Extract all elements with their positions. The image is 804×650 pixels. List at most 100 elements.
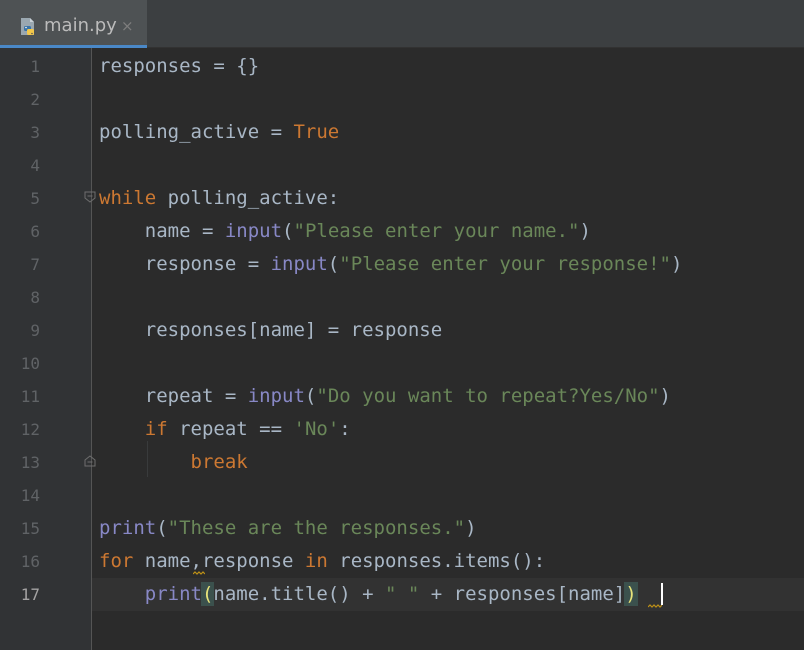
code-token: break <box>190 451 248 473</box>
line-number: 17 <box>20 585 40 604</box>
line-number: 14 <box>20 486 40 505</box>
line-number: 16 <box>20 552 40 571</box>
code-token: " " <box>385 583 420 605</box>
code-token: responses[name] = response <box>99 319 443 341</box>
code-token: in <box>304 550 328 572</box>
code-line-text: print("These are the responses.") <box>99 512 477 545</box>
code-line[interactable]: print("These are the responses.") <box>92 512 804 545</box>
code-token: name.title() + <box>213 583 386 605</box>
python-file-icon <box>21 18 34 35</box>
code-line-text: print(name.title() + " " + responses[nam… <box>99 578 638 611</box>
code-line[interactable]: break <box>92 446 804 479</box>
code-token: "Please enter your name." <box>293 220 580 242</box>
code-token: input <box>247 385 305 407</box>
code-line-text: responses = {} <box>99 50 259 83</box>
line-number: 7 <box>30 255 40 274</box>
code-token: "Do you want to repeat?Yes/No" <box>316 385 660 407</box>
fold-marker-close-icon[interactable] <box>84 455 96 467</box>
code-line-text: response = input("Please enter your resp… <box>99 248 683 281</box>
code-token: repeat = <box>99 385 248 407</box>
code-line[interactable] <box>92 347 804 380</box>
code-token: ( <box>327 253 340 275</box>
code-line[interactable]: name = input("Please enter your name.") <box>92 215 804 248</box>
code-line[interactable]: while polling_active: <box>92 182 804 215</box>
code-token: for <box>99 550 134 572</box>
code-token: input <box>270 253 328 275</box>
code-token: print <box>144 583 202 605</box>
line-number: 13 <box>20 453 40 472</box>
code-token: "Please enter your response!" <box>339 253 671 275</box>
code-token: : <box>339 418 351 440</box>
code-token: ) <box>670 253 683 275</box>
code-line-text: for name,response in responses.items(): <box>99 545 545 578</box>
code-token: response = <box>99 253 271 275</box>
tab-main-py[interactable]: main.py × <box>0 0 147 48</box>
code-token: polling_active = <box>99 121 294 143</box>
code-token: input <box>224 220 283 242</box>
line-number: 5 <box>30 189 40 208</box>
code-line-text: polling_active = True <box>99 116 339 149</box>
line-number: 15 <box>20 519 40 538</box>
code-line-text: name = input("Please enter your name.") <box>99 215 591 248</box>
code-line-text: responses[name] = response <box>99 314 442 347</box>
code-line[interactable]: repeat = input("Do you want to repeat?Ye… <box>92 380 804 413</box>
close-tab-icon[interactable]: × <box>121 17 134 35</box>
code-line[interactable]: polling_active = True <box>92 116 804 149</box>
code-line-text: repeat = input("Do you want to repeat?Ye… <box>99 380 671 413</box>
line-number: 9 <box>30 321 40 340</box>
code-token: responses = {} <box>99 55 260 77</box>
code-line-text: if repeat == 'No': <box>99 413 351 446</box>
line-number: 3 <box>30 123 40 142</box>
code-line-text: while polling_active: <box>99 182 339 215</box>
code-line[interactable]: responses[name] = response <box>92 314 804 347</box>
code-line[interactable]: print(name.title() + " " + responses[nam… <box>92 578 804 611</box>
code-token: ( <box>200 582 215 606</box>
code-line-text: break <box>99 446 248 479</box>
code-line[interactable]: responses = {} <box>92 50 804 83</box>
code-token: ) <box>465 517 477 539</box>
code-token: name,response <box>133 550 305 572</box>
text-caret <box>661 583 663 605</box>
code-token: + responses[name] <box>419 583 626 605</box>
tab-filename: main.py <box>44 15 117 36</box>
code-line[interactable] <box>92 479 804 512</box>
code-token: ) <box>624 582 638 606</box>
code-token: ) <box>579 220 591 242</box>
line-number: 12 <box>20 420 40 439</box>
code-token: while <box>99 187 157 209</box>
code-line[interactable]: response = input("Please enter your resp… <box>92 248 804 281</box>
line-number: 4 <box>30 156 40 175</box>
code-token: ( <box>156 517 168 539</box>
code-line[interactable] <box>92 281 804 314</box>
indent-guide <box>147 441 148 477</box>
fold-marker-open-icon[interactable] <box>84 191 96 203</box>
code-token: polling_active: <box>156 187 340 209</box>
warning-squiggle <box>193 571 205 575</box>
line-number: 11 <box>20 387 40 406</box>
code-editor[interactable]: responses = {} polling_active = True while… <box>92 48 804 650</box>
code-token: repeat == <box>167 418 294 440</box>
line-number: 6 <box>30 222 40 241</box>
code-token: responses.items(): <box>327 550 546 572</box>
code-token: ) <box>659 385 671 407</box>
code-line[interactable] <box>92 83 804 116</box>
warning-squiggle <box>648 604 662 608</box>
code-token: ( <box>304 385 317 407</box>
code-line[interactable]: if repeat == 'No': <box>92 413 804 446</box>
code-token: ( <box>282 220 294 242</box>
line-number: 1 <box>30 57 40 76</box>
code-token: print <box>99 517 157 539</box>
code-token: if <box>144 418 168 440</box>
code-line[interactable] <box>92 149 804 182</box>
line-number: 2 <box>30 90 40 109</box>
editor-tab-bar: main.py × <box>0 0 804 48</box>
code-token: name = <box>99 220 225 242</box>
line-number: 10 <box>20 354 40 373</box>
code-token: True <box>293 121 340 143</box>
code-token: "These are the responses." <box>167 517 466 539</box>
code-token: 'No' <box>293 418 340 440</box>
line-number: 8 <box>30 288 40 307</box>
